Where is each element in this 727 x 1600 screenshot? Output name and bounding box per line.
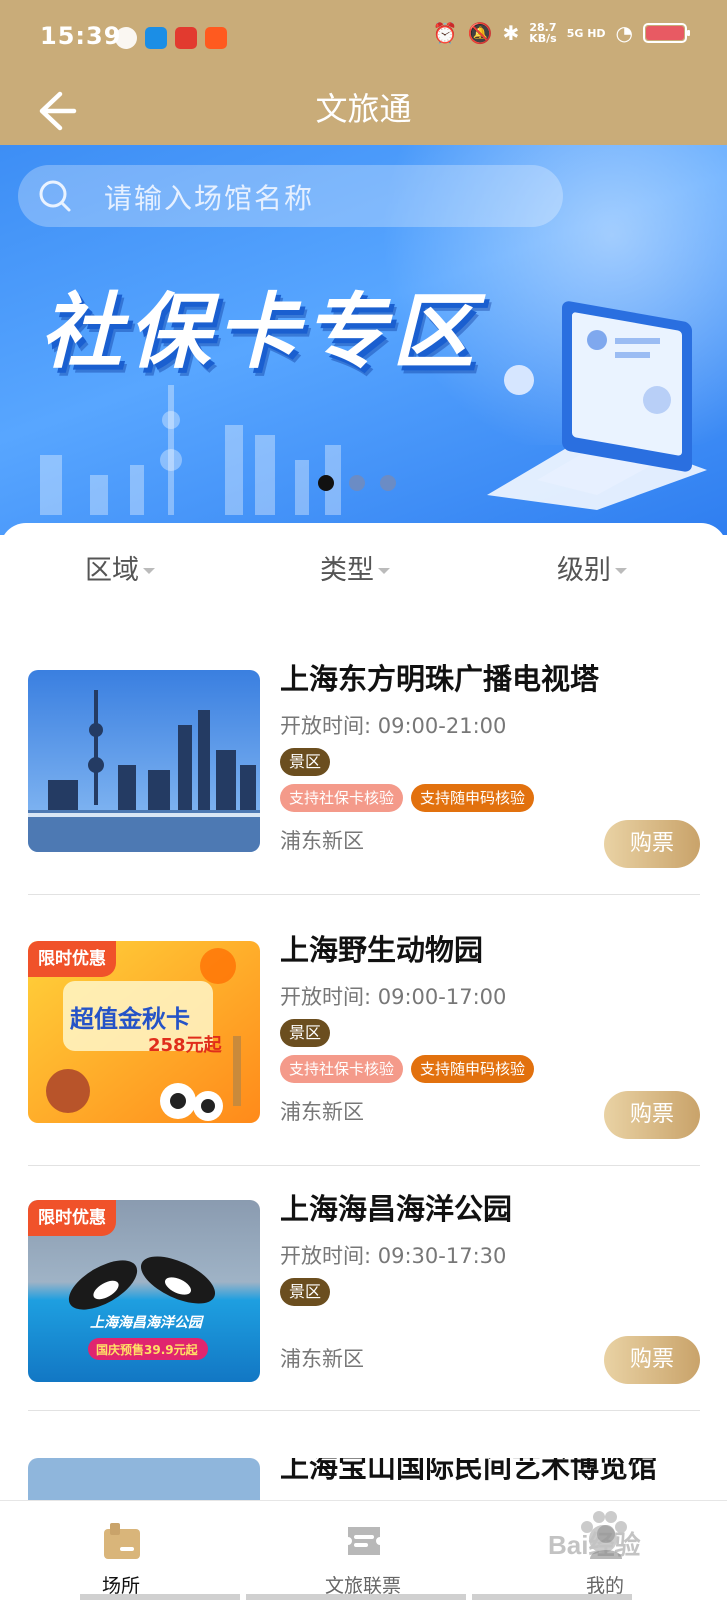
caret-down-icon [615,567,627,574]
venue-type-tag: 景区 [280,1278,331,1306]
venue-list-panel: 区域 类型 级别 上海东方明珠广播电视塔 开放时间: 09:00-21:00 景… [0,523,727,1518]
venue-hours: 开放时间: 09:30-17:30 [280,1244,507,1268]
status-time: 15:39 [40,22,122,50]
status-bar: 15:39 ⏰ 🔕 ✱ 28.7 KB/s 5G HD ◔ [0,0,727,78]
home-indicator-segment [80,1594,240,1600]
net-speed: 28.7 KB/s [529,22,556,44]
tab-combo-tickets[interactable]: 文旅联票 [242,1501,484,1600]
wifi-icon: ◔ [615,21,633,45]
status-app-icons [115,27,227,49]
venue-hours: 开放时间: 09:00-17:00 [280,985,507,1009]
carousel-dot[interactable] [349,475,365,491]
list-divider [28,1410,700,1411]
list-divider [28,894,700,895]
filter-level[interactable]: 级别 [557,548,627,587]
promo-banner[interactable]: 请输入场馆名称 社保卡专区 [0,145,727,535]
taobao-icon [205,27,227,49]
venue-image[interactable] [28,670,260,852]
venue-name[interactable]: 上海海昌海洋公园 [280,1186,512,1228]
image-price: 国庆预售39.9元起 [96,1343,198,1357]
skyline-illustration [40,385,341,515]
venue-name[interactable]: 上海宝山国际民间艺术博览馆 [280,1458,657,1486]
venue-icon [104,1523,140,1559]
message-icon [145,27,167,49]
venue-feature-tags: 支持社保卡核验 支持随申码核验 [280,1055,535,1083]
venue-name[interactable]: 上海野生动物园 [280,927,483,969]
venue-card[interactable]: 超值金秋卡 258元起 限时优惠 上海野生动物园 开放时间: 09:00-17:… [28,933,700,1139]
buy-ticket-button[interactable]: 购票 [604,1336,700,1384]
buy-ticket-button[interactable]: 购票 [604,1091,700,1139]
venue-hours: 开放时间: 09:00-21:00 [280,714,507,738]
suishen-code-tag: 支持随申码核验 [411,1055,535,1083]
network-type: 5G HD [566,26,606,40]
venue-card[interactable]: 上海东方明珠广播电视塔 开放时间: 09:00-21:00 景区 支持社保卡核验… [28,662,700,868]
wechat-icon [115,27,137,49]
home-indicator-segment [472,1594,632,1600]
promo-badge: 限时优惠 [28,1200,116,1236]
venue-image[interactable]: 上海海昌海洋公园 国庆预售39.9元起 限时优惠 [28,1200,260,1382]
list-divider [28,1165,700,1166]
bluetooth-icon: ✱ [502,21,520,45]
venue-district: 浦东新区 [280,1347,364,1371]
app-icon [175,27,197,49]
battery-icon [643,23,690,43]
filter-label: 区域 [85,555,139,586]
carousel-indicators[interactable] [318,475,396,491]
ticket-icon [348,1527,380,1555]
caret-down-icon [378,567,390,574]
buy-ticket-button[interactable]: 购票 [604,820,700,868]
venue-district: 浦东新区 [280,829,364,853]
filter-label: 类型 [320,555,374,586]
alarm-icon: ⏰ [432,21,458,45]
caret-down-icon [143,567,155,574]
venue-card[interactable]: 上海海昌海洋公园 国庆预售39.9元起 限时优惠 上海海昌海洋公园 开放时间: … [28,1192,700,1390]
top-bar: 15:39 ⏰ 🔕 ✱ 28.7 KB/s 5G HD ◔ 文旅通 [0,0,727,145]
social-card-tag: 支持社保卡核验 [280,1055,404,1083]
filter-region[interactable]: 区域 [85,548,155,587]
filter-bar: 区域 类型 级别 [0,548,727,608]
watermark: Bai经验 [548,1505,718,1565]
suishen-code-tag: 支持随申码核验 [411,784,535,812]
image-caption: 上海海昌海洋公园 [90,1315,202,1331]
search-placeholder[interactable]: 请输入场馆名称 [104,177,314,217]
home-indicator-segment [246,1594,466,1600]
search-icon [38,179,72,213]
filter-type[interactable]: 类型 [320,548,390,587]
navigation-bar: 文旅通 [0,78,727,145]
page-title: 文旅通 [315,90,412,128]
mute-icon: 🔕 [467,21,493,45]
carousel-dot[interactable] [318,475,334,491]
status-right: ⏰ 🔕 ✱ 28.7 KB/s 5G HD ◔ [432,21,690,45]
watermark-text: Bai经验 [548,1530,641,1560]
filter-label: 级别 [557,555,611,586]
card-device-illustration [487,301,707,510]
venue-image[interactable]: 超值金秋卡 258元起 限时优惠 [28,941,260,1123]
venue-feature-tags: 支持社保卡核验 支持随申码核验 [280,784,535,812]
social-card-tag: 支持社保卡核验 [280,784,404,812]
image-caption: 超值金秋卡 [70,1005,190,1033]
venue-district: 浦东新区 [280,1100,364,1124]
venue-name[interactable]: 上海东方明珠广播电视塔 [280,656,599,698]
image-price: 258元起 [148,1035,222,1056]
tab-venues[interactable]: 场所 [0,1501,242,1600]
carousel-dot[interactable] [380,475,396,491]
venue-type-tag: 景区 [280,1019,331,1047]
promo-badge: 限时优惠 [28,941,116,977]
search-bar[interactable]: 请输入场馆名称 [18,165,563,227]
net-speed-unit: KB/s [529,32,557,45]
venue-type-tag: 景区 [280,748,331,776]
